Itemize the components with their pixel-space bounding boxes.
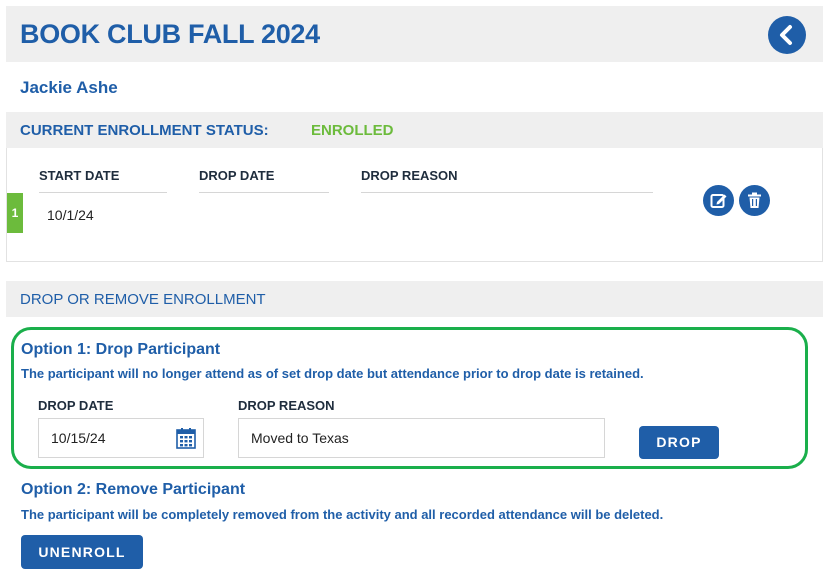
drop-remove-title: DROP OR REMOVE ENROLLMENT — [20, 291, 266, 308]
participant-name: Jackie Ashe — [20, 78, 118, 97]
chevron-left-icon — [780, 25, 792, 45]
page-header: BOOK CLUB FALL 2024 — [6, 6, 823, 62]
unenroll-button[interactable]: UNENROLL — [21, 535, 143, 569]
drop-date-field[interactable]: 10/15/24 — [38, 418, 204, 458]
drop-date-label: DROP DATE — [38, 398, 114, 413]
back-button[interactable] — [768, 16, 806, 54]
drop-date-value: 10/15/24 — [51, 430, 106, 446]
drop-button[interactable]: DROP — [639, 426, 719, 459]
delete-button[interactable] — [739, 185, 770, 216]
option1-title: Option 1: Drop Participant — [21, 341, 221, 358]
calendar-icon[interactable] — [176, 427, 196, 454]
edit-icon — [710, 194, 727, 208]
row-number: 1 — [7, 193, 23, 233]
enrollment-status-bar: CURRENT ENROLLMENT STATUS: ENROLLED — [6, 112, 823, 148]
column-header-drop-date: DROP DATE — [199, 168, 329, 193]
trash-icon — [748, 192, 761, 208]
status-value: ENROLLED — [311, 122, 394, 139]
status-label: CURRENT ENROLLMENT STATUS: — [20, 122, 269, 139]
column-header-start-date: START DATE — [39, 168, 167, 193]
drop-reason-field[interactable]: Moved to Texas — [238, 418, 605, 458]
page-title: BOOK CLUB FALL 2024 — [20, 19, 320, 49]
edit-button[interactable] — [703, 185, 734, 216]
option1-description: The participant will no longer attend as… — [21, 366, 644, 381]
drop-remove-header: DROP OR REMOVE ENROLLMENT — [6, 281, 823, 317]
column-header-drop-reason: DROP REASON — [361, 168, 653, 193]
option2-title: Option 2: Remove Participant — [21, 481, 246, 498]
drop-reason-label: DROP REASON — [238, 398, 335, 413]
drop-reason-value: Moved to Texas — [251, 430, 349, 446]
option2-description: The participant will be completely remov… — [21, 507, 664, 522]
enrollment-table: 1 START DATE DROP DATE DROP REASON 10/1/… — [6, 148, 823, 262]
start-date-cell: 10/1/24 — [47, 207, 94, 223]
